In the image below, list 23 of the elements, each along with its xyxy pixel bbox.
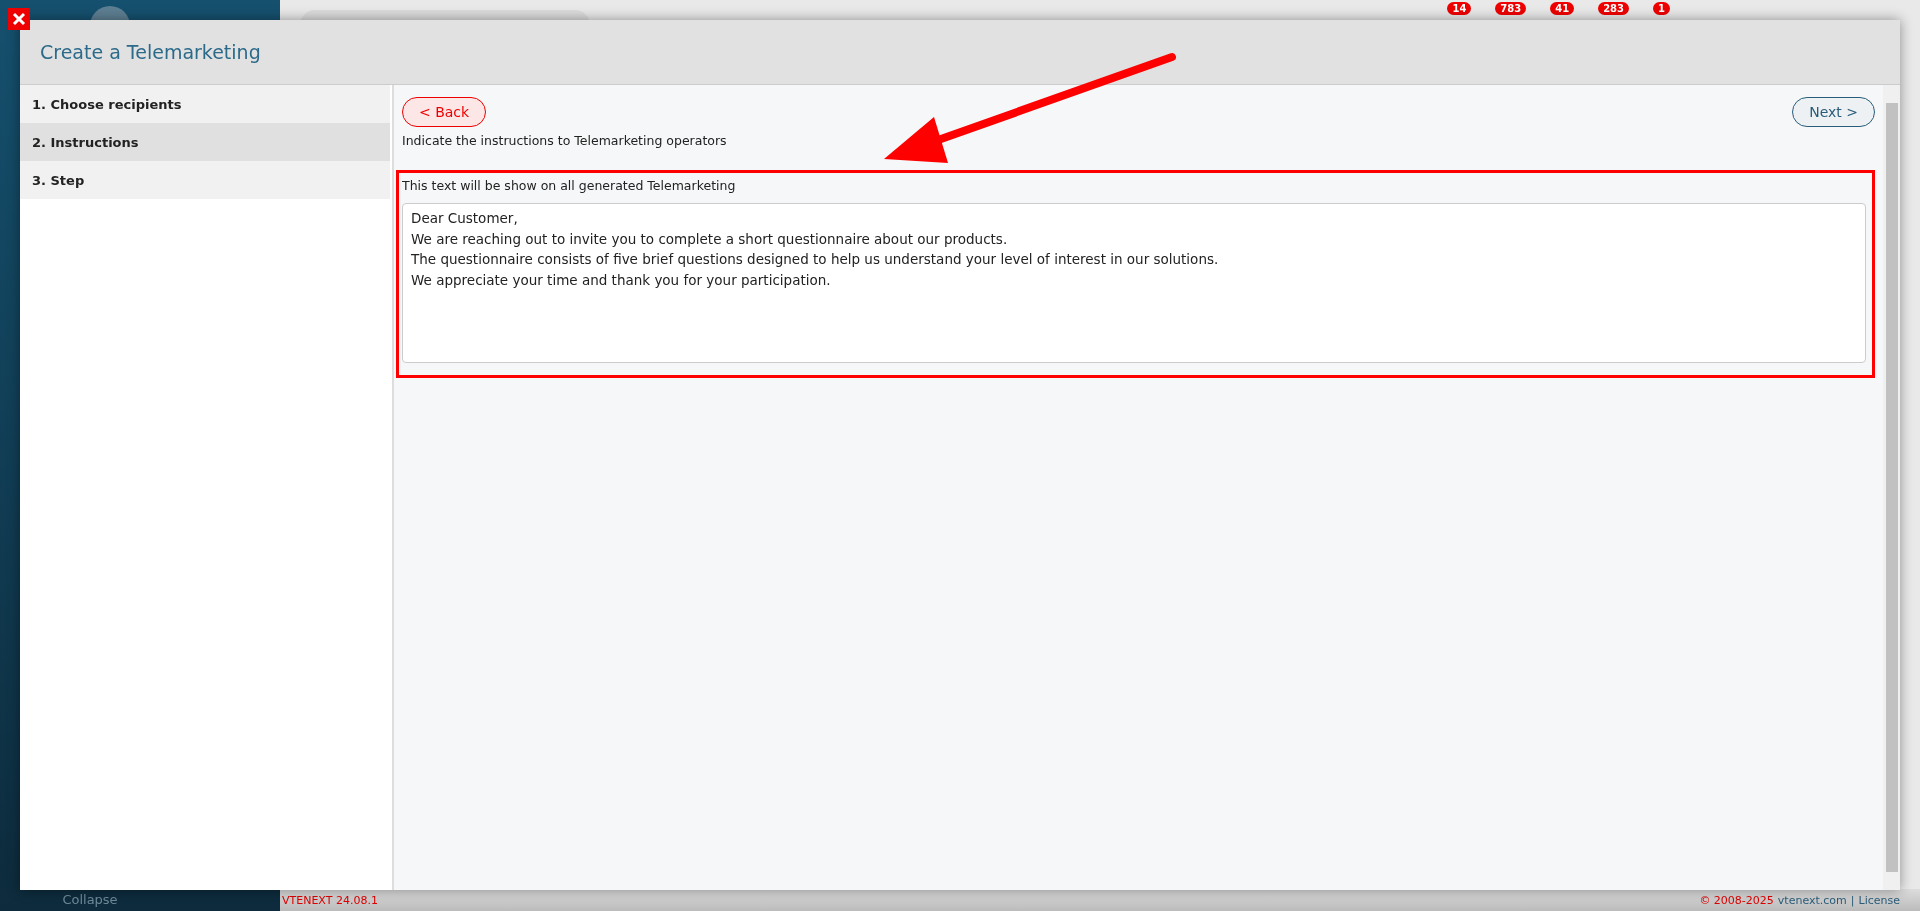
step-item[interactable]: 2. Instructions xyxy=(20,123,390,161)
note-text: This text will be show on all generated Telemarketing xyxy=(402,178,737,193)
back-button[interactable]: < Back xyxy=(402,97,487,127)
instruction-text: Indicate the instructions to Telemarketing operators xyxy=(402,133,728,148)
notification-badge: 41 xyxy=(1550,2,1575,15)
site-link[interactable]: vtenext.com xyxy=(1777,893,1847,907)
next-button[interactable]: Next > xyxy=(1792,97,1875,127)
collapse-label[interactable]: Collapse xyxy=(62,892,118,907)
notification-badge: 1 xyxy=(1653,2,1670,15)
step-item[interactable]: 3. Step xyxy=(20,161,390,199)
separator: | xyxy=(1850,893,1855,907)
close-button[interactable] xyxy=(8,8,30,30)
notification-badge: 783 xyxy=(1495,2,1527,15)
scrollbar[interactable] xyxy=(1883,85,1900,890)
notification-badge: 14 xyxy=(1447,2,1472,15)
close-icon xyxy=(12,12,26,26)
step-item[interactable]: 1. Choose recipients xyxy=(20,85,390,123)
notification-badge: 283 xyxy=(1598,2,1630,15)
copyright-text: © 2008-2025 xyxy=(1699,893,1774,907)
version-label: VTENEXT 24.08.1 xyxy=(282,893,378,907)
message-field[interactable]: Dear Customer, We are reaching out to invite you to complete a short questionnaire about our products. The questionnaire consists of five brief questions designed to help us understand your level of interest in our solutions. We appreciate your time and thank you for your participation. xyxy=(402,203,1866,363)
license-link[interactable]: License xyxy=(1858,893,1900,907)
dialog-title: Create a Telemarketing xyxy=(40,41,261,63)
